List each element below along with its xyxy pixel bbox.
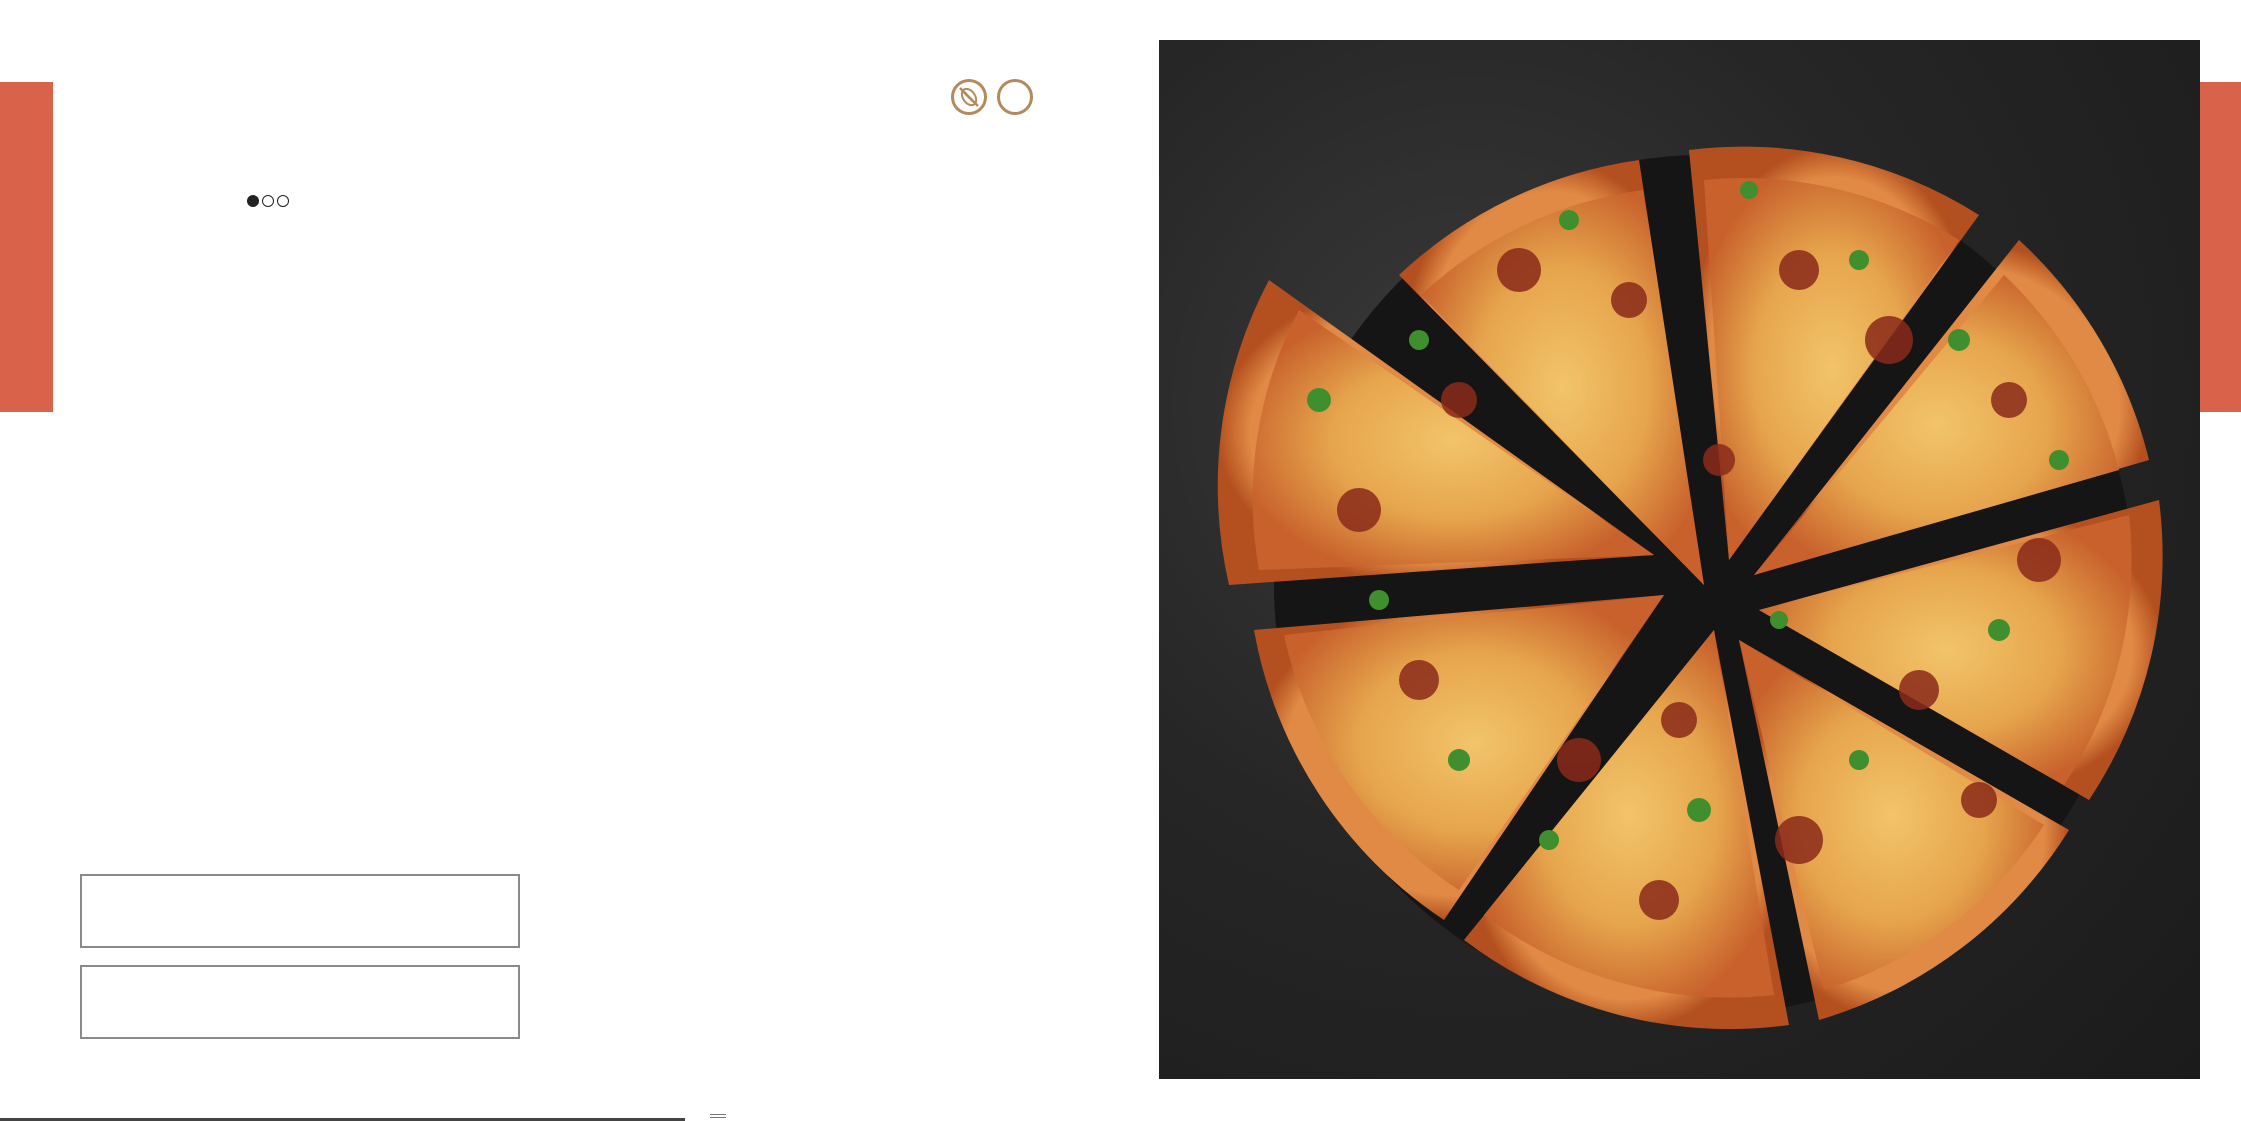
difficulty-dot-empty bbox=[262, 195, 274, 207]
nut-free-icon bbox=[951, 79, 987, 115]
chapter-tab-left bbox=[0, 82, 53, 412]
difficulty-rating bbox=[247, 195, 289, 207]
difficulty-dot-filled bbox=[247, 195, 259, 207]
pizza-photo bbox=[1159, 40, 2200, 1079]
blank-diet-icon bbox=[997, 79, 1033, 115]
difficulty-dot-empty bbox=[277, 195, 289, 207]
diet-icons bbox=[951, 79, 1033, 115]
folio-mark bbox=[710, 1114, 726, 1118]
note-box bbox=[80, 874, 520, 948]
note-box bbox=[80, 965, 520, 1039]
